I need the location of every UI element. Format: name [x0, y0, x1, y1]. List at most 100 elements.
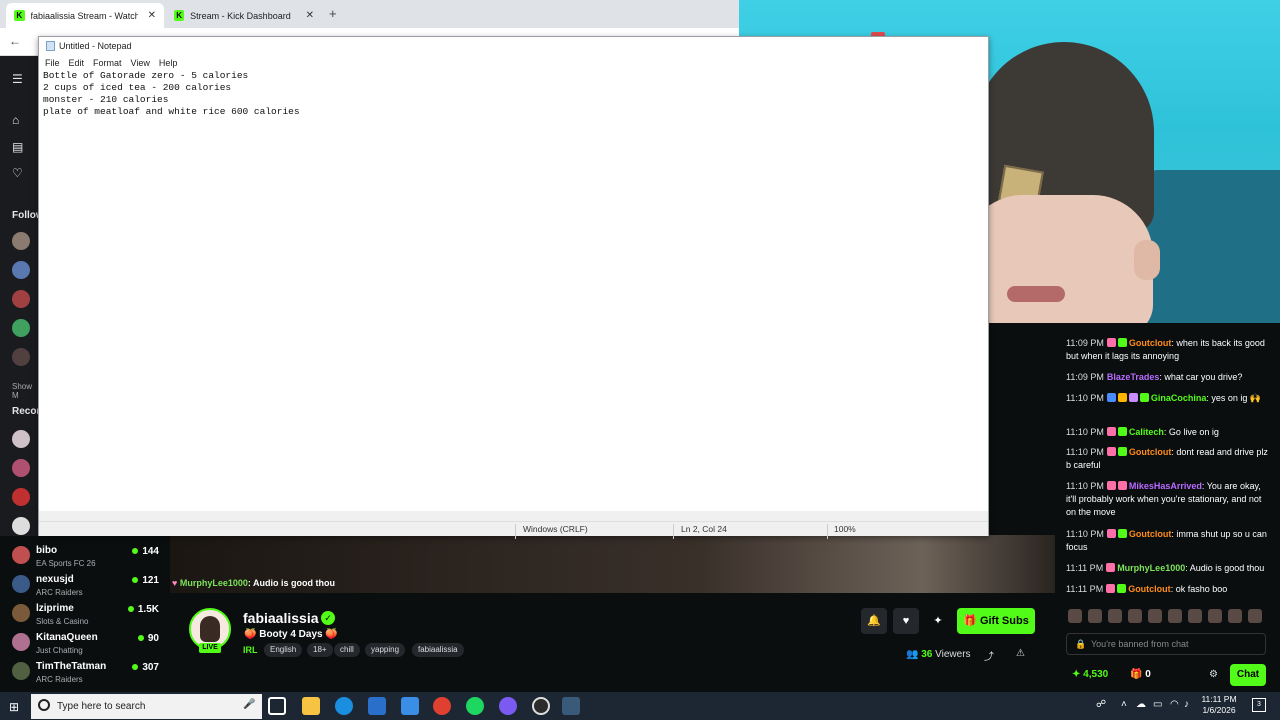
gift-count[interactable]: 🎁 0 — [1130, 669, 1151, 680]
avatar[interactable] — [12, 319, 30, 337]
menu-format[interactable]: Format — [93, 55, 122, 71]
sidebar-channel-kitanaqueen[interactable]: KitanaQueen Just Chatting 90 — [0, 629, 165, 657]
avatar[interactable] — [12, 290, 30, 308]
channel-category: EA Sports FC 26 — [36, 559, 96, 568]
chat-input-banned: 🔒 You're banned from chat — [1066, 633, 1266, 655]
follow-heart-button[interactable]: ♥ — [893, 608, 919, 634]
viewer-count: 👥 36 Viewers — [906, 649, 971, 660]
notepad-text-area[interactable]: Bottle of Gatorade zero - 5 calories 2 cu… — [43, 70, 300, 118]
chat-message: 11:10 PM Goutclout: imma shut up so u can… — [1066, 529, 1267, 552]
channel-info-bar — [170, 594, 1055, 692]
channel-category: ARC Raiders — [36, 588, 83, 597]
chat-message: 11:09 PM Goutclout: when its back its goo… — [1066, 338, 1265, 361]
viewer-count: 1.5K — [127, 604, 159, 615]
windows-start-icon[interactable]: ⊞ — [9, 700, 19, 714]
avatar[interactable] — [12, 517, 30, 535]
app-icon[interactable] — [499, 697, 517, 715]
menu-view[interactable]: View — [131, 55, 150, 71]
tab-kick-dashboard[interactable]: K Stream - Kick Dashboard ✕ — [166, 3, 322, 28]
menu-icon[interactable]: ☰ — [12, 72, 23, 86]
cloud-icon[interactable]: ☁ — [1136, 699, 1146, 710]
left-nav: ☰ ⌂ ▤ ♡ Follow Show M Recom — [0, 56, 45, 536]
taskbar-search[interactable]: Type here to search — [31, 694, 262, 719]
channel-name[interactable]: fabiaalissia — [243, 610, 319, 626]
close-icon[interactable]: ✕ — [148, 10, 156, 21]
sidebar-channel-timthetatman[interactable]: TimTheTatman ARC Raiders 307 — [0, 658, 165, 686]
chrome-icon[interactable] — [433, 697, 451, 715]
notepad-title-bar[interactable]: Untitled - Notepad — [39, 37, 988, 55]
live-badge: LIVE — [199, 643, 221, 653]
notepad-taskbar-icon[interactable] — [562, 697, 580, 715]
volume-icon[interactable]: ♪ — [1184, 699, 1189, 710]
sidebar-channel-nexusjd[interactable]: nexusjd ARC Raiders 121 — [0, 571, 165, 599]
notepad-window[interactable]: Untitled - Notepad File Edit Format View… — [38, 36, 989, 539]
heart-icon[interactable]: ♡ — [12, 166, 23, 180]
channel-name: bibo — [36, 545, 58, 556]
task-view-icon[interactable] — [268, 697, 286, 715]
avatar[interactable] — [12, 459, 30, 477]
file-explorer-icon[interactable] — [302, 697, 320, 715]
chat-send-button[interactable]: Chat — [1230, 664, 1266, 686]
chat-message: 11:11 PM Goutclout: ok fasho boo — [1066, 584, 1228, 594]
tag-18plus[interactable]: 18+ — [307, 643, 333, 657]
tab-fabiaalissia[interactable]: K fabiaalissia Stream - Watch Live ✕ — [6, 3, 164, 28]
tag-yapping[interactable]: yapping — [365, 643, 406, 657]
sidebar-channel-bibo[interactable]: bibo EA Sports FC 26 144 — [0, 542, 165, 570]
microphone-icon[interactable]: 🎤 — [243, 699, 255, 710]
emote-bar[interactable] — [1068, 609, 1268, 625]
gear-icon[interactable]: ⚙ — [1209, 669, 1218, 680]
channel-name: TimTheTatman — [36, 661, 107, 672]
menu-file[interactable]: File — [45, 55, 60, 71]
show-more-link[interactable]: Show M — [12, 382, 40, 400]
wifi-icon[interactable]: ◠ — [1170, 699, 1179, 710]
avatar — [12, 633, 30, 651]
edge-icon[interactable] — [335, 697, 353, 715]
notification-icon[interactable]: 3 — [1252, 698, 1266, 712]
report-icon[interactable]: ⚠ — [1016, 648, 1025, 659]
screen: K fabiaalissia Stream - Watch Live ✕ K S… — [0, 0, 1280, 720]
window-title: Untitled - Notepad — [59, 41, 132, 51]
gift-subs-button[interactable]: 🎁 Gift Subs — [957, 608, 1035, 634]
channel-name: lziprime — [36, 603, 74, 614]
avatar — [12, 546, 30, 564]
avatar[interactable] — [12, 348, 30, 366]
avatar — [12, 575, 30, 593]
tag-english[interactable]: English — [264, 643, 303, 657]
share-icon[interactable]: ⤴ — [984, 648, 994, 663]
mail-icon[interactable] — [401, 697, 419, 715]
channel-category: Just Chatting — [36, 646, 83, 655]
tag-chill[interactable]: chill — [334, 643, 360, 657]
back-button[interactable]: ← — [9, 34, 21, 48]
notification-bell-button[interactable]: 🔔 — [861, 608, 887, 634]
taskbar-clock[interactable]: 11:11 PM 1/6/2026 — [1196, 694, 1242, 716]
avatar[interactable] — [12, 430, 30, 448]
tag-fabiaalissia[interactable]: fabiaalissia — [412, 643, 464, 657]
viewer-count: 307 — [132, 662, 159, 673]
sidebar-channel-lziprime[interactable]: lziprime Slots & Casino 1.5K — [0, 600, 165, 628]
cursor-position: Ln 2, Col 24 — [681, 524, 727, 534]
menu-help[interactable]: Help — [159, 55, 178, 71]
avatar[interactable] — [12, 261, 30, 279]
avatar[interactable] — [12, 232, 30, 250]
new-tab-button[interactable]: + — [329, 6, 337, 21]
avatar[interactable] — [12, 488, 30, 506]
kick-icon: K — [14, 10, 25, 21]
stream-category[interactable]: IRL — [243, 645, 258, 655]
store-icon[interactable] — [368, 697, 386, 715]
menu-edit[interactable]: Edit — [69, 55, 85, 71]
channel-category: ARC Raiders — [36, 675, 83, 684]
sparkle-icon[interactable]: ✦ — [925, 608, 951, 634]
display-icon[interactable]: ▭ — [1153, 699, 1162, 710]
horizontal-scrollbar[interactable] — [39, 511, 988, 521]
chat-message: 11:10 PM MikesHasArrived: You are okay, i… — [1066, 481, 1262, 517]
close-icon[interactable]: ✕ — [306, 10, 314, 21]
chat-message: 11:10 PM Calitech: Go live on ig — [1066, 427, 1219, 437]
people-icon[interactable]: ☍ — [1096, 699, 1106, 710]
browse-icon[interactable]: ▤ — [12, 140, 23, 154]
spotify-icon[interactable] — [466, 697, 484, 715]
channel-category: Slots & Casino — [36, 617, 89, 626]
obs-icon[interactable] — [532, 697, 550, 715]
channel-points[interactable]: ✦ 4,530 — [1072, 669, 1108, 680]
home-icon[interactable]: ⌂ — [12, 113, 19, 127]
chevron-up-icon[interactable]: ˄ — [1121, 699, 1127, 710]
